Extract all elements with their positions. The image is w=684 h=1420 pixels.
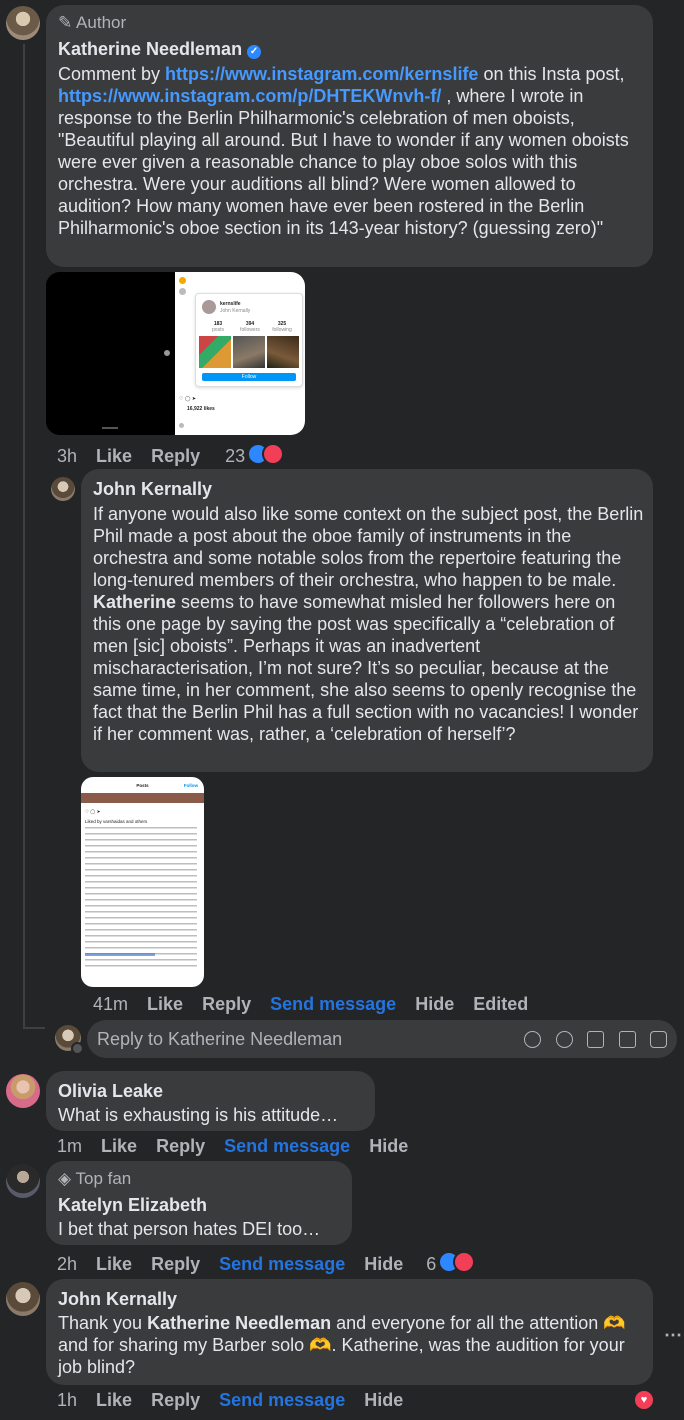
reply-button[interactable]: Reply [151, 1254, 200, 1274]
post-icons: ♡ ◯ ➤ [85, 809, 101, 814]
stat-following: 325 following [272, 321, 292, 333]
avatar[interactable] [6, 1074, 40, 1108]
comment-text: What is exhausting is his attitude… [58, 1105, 339, 1125]
sticker-icon[interactable] [650, 1031, 667, 1048]
reaction-summary[interactable]: 23 [225, 443, 285, 466]
reply-button[interactable]: Reply [151, 1390, 200, 1410]
thread-line [23, 44, 25, 1028]
pencil-icon: ✎ [58, 13, 73, 32]
sun-icon [179, 277, 186, 284]
status-dot [71, 1042, 84, 1055]
instagram-profile-link[interactable]: https://www.instagram.com/kernslife [165, 64, 478, 84]
comment-bubble: John Kernally Thank you Katherine Needle… [46, 1279, 653, 1385]
emoji-icon[interactable] [555, 1031, 573, 1048]
dot-icon [164, 350, 170, 356]
reaction-summary[interactable]: 6 [426, 1251, 476, 1274]
hide-button[interactable]: Hide [364, 1254, 403, 1274]
love-reaction-icon[interactable]: ♥ [633, 1389, 655, 1411]
love-reaction-icon [453, 1251, 476, 1273]
comment-actions: 1h Like Reply Send message Hide [57, 1390, 417, 1411]
edited-label: Edited [473, 994, 529, 1014]
diamond-icon: ◈ [58, 1169, 72, 1188]
send-message-button[interactable]: Send message [270, 994, 396, 1014]
profile-subname: John Kernally [220, 308, 251, 314]
thumbnail [199, 336, 231, 368]
follow-button: Follow [202, 373, 296, 381]
author-badge: ✎ Author [58, 13, 127, 32]
likes-count: 16,922 likes [187, 406, 215, 412]
attached-image[interactable]: Posts Follow ♡ ◯ ➤ Liked by varshaidas a… [81, 777, 204, 987]
like-button[interactable]: Like [96, 1254, 132, 1274]
reply-text: If anyone would also like some context o… [93, 504, 644, 744]
thread-branch [23, 1027, 45, 1029]
like-button[interactable]: Like [96, 1390, 132, 1410]
mention-link[interactable]: Katherine [93, 592, 176, 612]
hide-button[interactable]: Hide [415, 994, 454, 1014]
love-reaction-icon [262, 443, 285, 465]
like-button[interactable]: Like [101, 1136, 137, 1156]
instagram-post-link[interactable]: https://www.instagram.com/p/DHTEKWnvh-f/ [58, 86, 441, 106]
avatar[interactable] [6, 1164, 40, 1198]
mention-link[interactable]: Katherine Needleman [147, 1313, 331, 1333]
reply-actions: 41m Like Reply Send message Hide Edited [93, 994, 542, 1015]
hide-button[interactable]: Hide [369, 1136, 408, 1156]
reply-input[interactable]: Reply to Katherine Needleman [87, 1020, 677, 1058]
stat-posts: 183 posts [212, 321, 224, 333]
like-button[interactable]: Like [147, 994, 183, 1014]
comment-bubble: ◈ Top fan Katelyn Elizabeth I bet that p… [46, 1161, 352, 1245]
verified-icon: ✓ [247, 45, 262, 59]
timestamp: 41m [93, 994, 129, 1014]
timestamp: 3h [57, 446, 78, 466]
comment-author[interactable]: Katelyn Elizabeth [58, 1195, 207, 1216]
reply-bubble: John Kernally If anyone would also like … [81, 469, 653, 772]
stat-followers: 394 followers [240, 321, 260, 333]
top-fan-badge: ◈ Top fan [58, 1169, 132, 1188]
timestamp: 2h [57, 1254, 78, 1274]
comment-author[interactable]: Olivia Leake [58, 1081, 163, 1102]
comment-text: I bet that person hates DEI too… [58, 1219, 321, 1239]
avatar-sticker-icon[interactable] [524, 1031, 542, 1048]
send-message-button[interactable]: Send message [219, 1390, 345, 1410]
hide-button[interactable]: Hide [364, 1390, 403, 1410]
follow-link: Follow [183, 783, 198, 788]
comment-actions: 1m Like Reply Send message Hide [57, 1136, 422, 1157]
comment-author[interactable]: Katherine Needleman ✓ [58, 39, 262, 60]
avatar[interactable] [6, 6, 40, 40]
comment-author[interactable]: John Kernally [58, 1289, 177, 1310]
reply-button[interactable]: Reply [151, 446, 200, 466]
liked-by: Liked by varshaidas and others [85, 819, 148, 824]
timestamp: 1m [57, 1136, 83, 1156]
reply-placeholder: Reply to Katherine Needleman [97, 1029, 343, 1049]
send-message-button[interactable]: Send message [219, 1254, 345, 1274]
profile-avatar [202, 300, 216, 314]
reply-button[interactable]: Reply [156, 1136, 205, 1156]
post-icons: ♡ ◯ ➤ [179, 396, 197, 402]
more-options-icon[interactable]: ⋯ [664, 1325, 682, 1346]
reply-button[interactable]: Reply [202, 994, 251, 1014]
comment-actions: 3h Like Reply 23 [57, 443, 298, 467]
avatar[interactable] [51, 477, 75, 501]
timestamp: 1h [57, 1390, 78, 1410]
composer-tools [514, 1031, 667, 1053]
reply-author[interactable]: John Kernally [93, 479, 212, 500]
comment-bubble: ✎ Author Katherine Needleman ✓ Comment b… [46, 5, 653, 267]
send-message-button[interactable]: Send message [224, 1136, 350, 1156]
comment-bubble: Olivia Leake What is exhausting is his a… [46, 1071, 375, 1131]
instagram-panel: kernslife John Kernally 183 posts 394 fo… [175, 272, 305, 435]
gif-icon[interactable] [618, 1031, 636, 1048]
like-button[interactable]: Like [96, 446, 132, 466]
comment-text: Thank you Katherine Needleman and everyo… [58, 1313, 626, 1377]
thumbnail [233, 336, 265, 368]
thumbnail [267, 336, 299, 368]
caption-lines [85, 827, 197, 967]
avatar[interactable] [6, 1282, 40, 1316]
attached-image[interactable]: kernslife John Kernally 183 posts 394 fo… [46, 272, 305, 435]
video-area [46, 272, 175, 435]
comment-text: Comment by https://www.instagram.com/ker… [58, 64, 629, 238]
profile-card: kernslife John Kernally 183 posts 394 fo… [195, 293, 303, 387]
comment-actions: 2h Like Reply Send message Hide 6 [57, 1251, 489, 1275]
camera-icon[interactable] [587, 1031, 605, 1048]
profile-name: kernslife [220, 301, 241, 307]
